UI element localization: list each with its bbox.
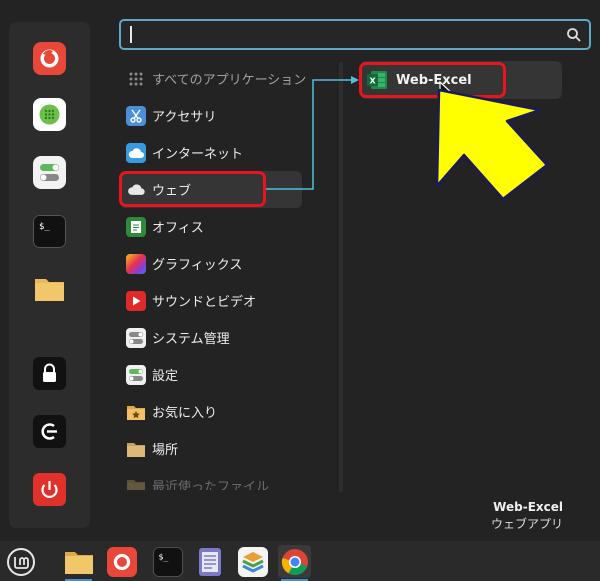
- category-sound-video[interactable]: サウンドとビデオ: [120, 282, 302, 319]
- firefox-icon[interactable]: [105, 545, 138, 578]
- logout-icon[interactable]: [33, 415, 66, 448]
- category-favorites[interactable]: お気に入り: [120, 393, 302, 430]
- category-label: 場所: [152, 443, 179, 458]
- mint-menu-icon[interactable]: [4, 545, 37, 578]
- category-label: サウンドとビデオ: [152, 295, 257, 310]
- selected-app-description: ウェブアプリ: [490, 517, 563, 531]
- shutdown-icon[interactable]: [33, 473, 66, 506]
- stack-app-icon[interactable]: [236, 545, 269, 578]
- web-excel-highlight: [359, 62, 506, 98]
- office-icon: [126, 216, 146, 237]
- file-manager-icon[interactable]: [62, 545, 95, 581]
- lock-screen-icon[interactable]: [33, 357, 66, 390]
- play-icon: [126, 290, 146, 311]
- category-graphics[interactable]: グラフィックス: [120, 245, 302, 282]
- search-input[interactable]: [129, 24, 559, 45]
- application-menu: $_ すべてのアプリケーション アクセサリ インターネット ウェブ オフィス グ…: [0, 0, 600, 541]
- system-icon: [126, 327, 146, 348]
- text-caret: [130, 26, 132, 43]
- taskbar: $_: [0, 541, 600, 581]
- firefox-icon[interactable]: [33, 42, 66, 75]
- selected-app-name: Web-Excel: [493, 500, 563, 514]
- category-label: インターネット: [152, 147, 244, 162]
- category-label: 設定: [152, 369, 179, 384]
- category-label: お気に入り: [152, 406, 218, 421]
- terminal-icon[interactable]: $_: [151, 545, 184, 578]
- graphics-icon: [126, 253, 146, 274]
- folder-icon[interactable]: [33, 272, 66, 305]
- svg-text:$_: $_: [39, 222, 50, 232]
- category-label: オフィス: [152, 221, 204, 236]
- settings-toggle-icon[interactable]: [33, 156, 66, 189]
- web-category-highlight: [119, 171, 266, 207]
- category-internet[interactable]: インターネット: [120, 134, 302, 171]
- category-all-applications[interactable]: すべてのアプリケーション: [120, 60, 306, 97]
- calculator-icon[interactable]: [33, 98, 66, 131]
- terminal-icon[interactable]: $_: [33, 215, 66, 248]
- category-label: 最近使ったファイル: [152, 480, 270, 490]
- category-office[interactable]: オフィス: [120, 208, 302, 245]
- category-accessories[interactable]: アクセサリ: [120, 97, 302, 134]
- category-label: グラフィックス: [152, 258, 243, 273]
- category-places[interactable]: 場所: [120, 430, 302, 467]
- category-label: アクセサリ: [152, 110, 217, 125]
- favorites-sidebar: $_: [9, 22, 90, 528]
- category-list: すべてのアプリケーション アクセサリ インターネット ウェブ オフィス グラフィ…: [120, 60, 334, 490]
- scissors-icon: [126, 105, 146, 126]
- category-label: システム管理: [152, 332, 230, 347]
- settings-icon: [126, 364, 146, 385]
- column-scrollbar[interactable]: [339, 62, 343, 492]
- chrome-icon[interactable]: [278, 545, 311, 581]
- cloud-icon: [126, 142, 146, 163]
- category-recent-files[interactable]: 最近使ったファイル: [120, 467, 302, 490]
- text-editor-icon[interactable]: [193, 545, 226, 578]
- svg-text:$_: $_: [158, 551, 168, 561]
- category-system-administration[interactable]: システム管理: [120, 319, 302, 356]
- search-icon[interactable]: [566, 27, 582, 43]
- star-folder-icon: [126, 402, 146, 422]
- category-label: すべてのアプリケーション: [152, 73, 307, 88]
- folder-icon: [126, 476, 146, 490]
- grid-icon: [126, 69, 146, 89]
- search-box[interactable]: [119, 19, 591, 50]
- category-preferences[interactable]: 設定: [120, 356, 302, 393]
- folder-icon: [126, 439, 146, 459]
